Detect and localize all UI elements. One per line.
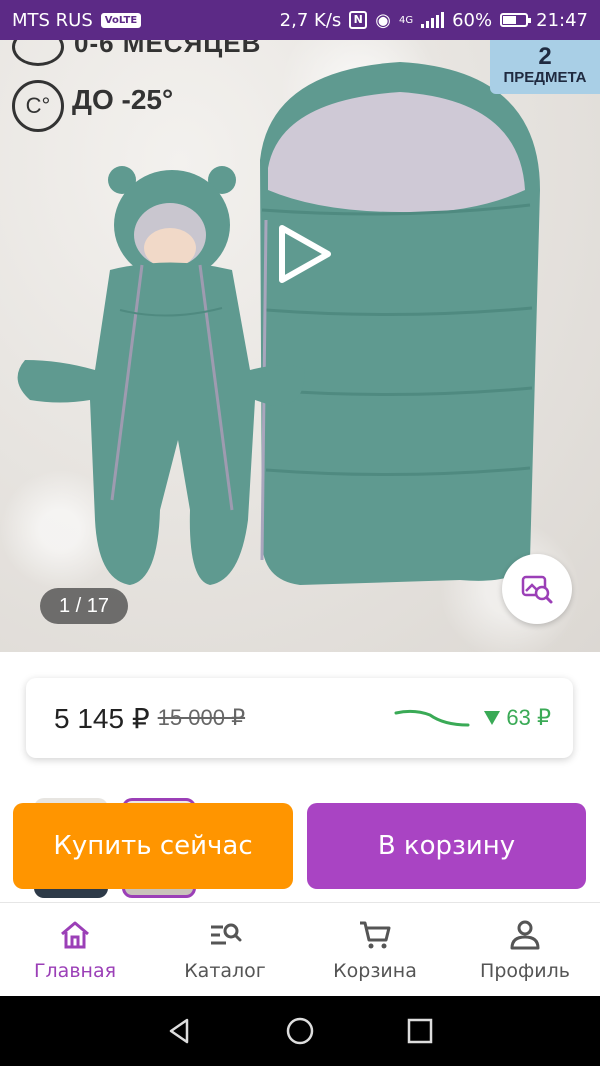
image-search-button[interactable]	[502, 554, 572, 624]
signal-icon	[421, 12, 445, 28]
battery-percent: 60%	[452, 9, 493, 31]
home-circle-icon[interactable]	[285, 1016, 315, 1046]
product-image-carousel[interactable]: 0-6 МЕСЯЦЕВ C° ДО -25° 2 ПРЕДМЕТА 1 / 17	[0, 40, 600, 652]
nav-profile-label: Профиль	[480, 959, 570, 982]
items-count: 2	[538, 43, 552, 70]
network-speed: 2,7 K/s	[279, 9, 342, 31]
clock: 21:47	[536, 9, 588, 31]
image-counter: 1 / 17	[40, 588, 128, 624]
carrier-name: MTS RUS	[12, 9, 93, 31]
nav-cart[interactable]: Корзина	[300, 903, 450, 996]
temperature-label: ДО -25°	[72, 84, 174, 115]
items-count-label: ПРЕДМЕТА	[503, 69, 587, 86]
profile-icon	[510, 920, 540, 949]
nav-cart-label: Корзина	[333, 959, 417, 982]
nfc-icon: N	[349, 11, 368, 29]
eye-icon: ◉	[375, 9, 391, 31]
temperature-icon: C°	[12, 80, 64, 132]
price-drop: 63 ₽	[484, 705, 551, 731]
status-bar: MTS RUS VoLTE 2,7 K/s N ◉ 4G 60% 21:47	[0, 0, 600, 40]
home-icon	[61, 921, 89, 948]
cart-icon	[360, 921, 391, 948]
bottom-navigation: Главная Каталог Корзина Профиль	[0, 902, 600, 996]
old-price: 15 000 ₽	[157, 705, 246, 730]
price-drop-value: 63 ₽	[506, 705, 551, 730]
items-count-badge: 2 ПРЕДМЕТА	[490, 40, 600, 94]
back-icon[interactable]	[165, 1016, 195, 1046]
age-badge-text: 0-6 МЕСЯЦЕВ	[74, 40, 262, 58]
image-search-icon	[521, 575, 553, 604]
product-photo	[17, 62, 540, 585]
nav-home[interactable]: Главная	[0, 903, 150, 996]
price-trend-sparkline	[394, 709, 470, 727]
battery-icon	[500, 13, 532, 27]
system-navigation-bar	[0, 996, 600, 1066]
price-card[interactable]: 5 145 ₽ 15 000 ₽ 63 ₽	[26, 678, 573, 758]
nav-catalog-label: Каталог	[184, 959, 266, 982]
down-arrow-icon	[484, 711, 501, 725]
nav-home-label: Главная	[33, 959, 117, 982]
buy-now-button[interactable]: Купить сейчас	[13, 803, 293, 889]
recents-icon[interactable]	[405, 1016, 435, 1046]
catalog-search-icon	[211, 923, 242, 944]
product-screen: MTS RUS VoLTE 2,7 K/s N ◉ 4G 60% 21:47 0…	[0, 0, 600, 1066]
current-price: 5 145 ₽	[54, 702, 150, 734]
nav-catalog[interactable]: Каталог	[150, 903, 300, 996]
play-icon[interactable]	[272, 222, 336, 286]
volte-badge: VoLTE	[100, 12, 142, 28]
nav-profile[interactable]: Профиль	[450, 903, 600, 996]
network-type: 4G	[398, 14, 414, 26]
price-trend: 63 ₽	[394, 705, 551, 731]
add-to-cart-button[interactable]: В корзину	[307, 803, 586, 889]
